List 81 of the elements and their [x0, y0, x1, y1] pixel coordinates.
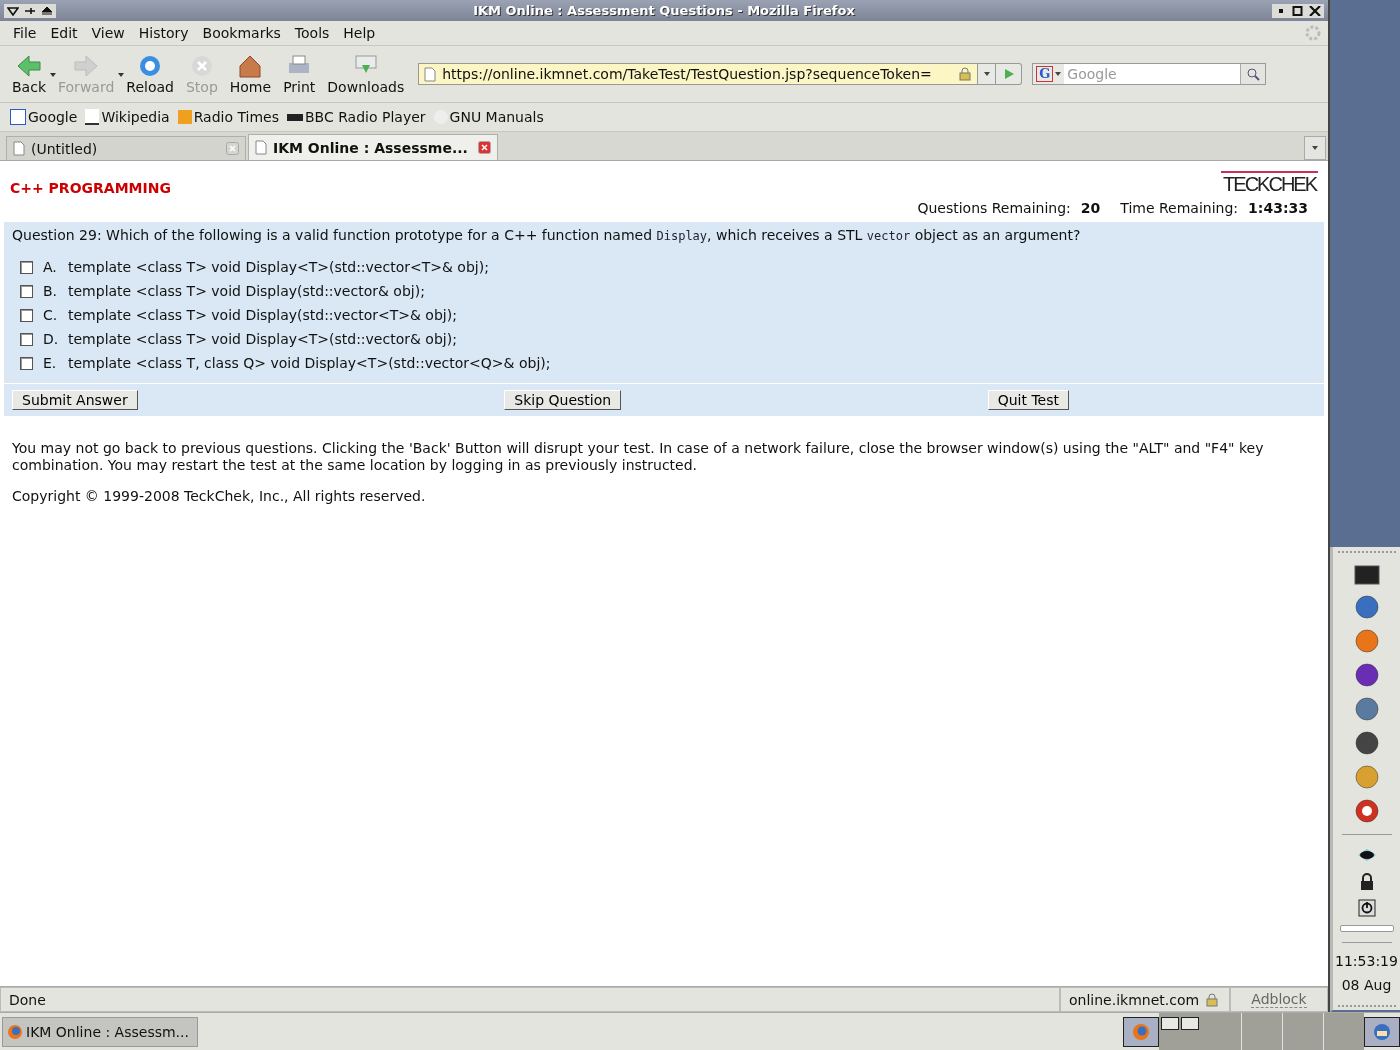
power-icon[interactable] [1357, 899, 1376, 918]
window-title: IKM Online : Assessment Questions - Mozilla Firefox [472, 3, 856, 18]
favicon-icon [287, 113, 303, 121]
menu-item[interactable]: Edit [43, 25, 85, 41]
menu-item[interactable]: View [84, 25, 132, 41]
browser-tab[interactable]: (Untitled) [6, 136, 246, 160]
time-remaining-value: 1:43:33 [1248, 200, 1308, 216]
taskbar-task[interactable]: IKM Online : Assessm... [2, 1016, 198, 1047]
menu-item[interactable]: Bookmarks [195, 25, 288, 41]
form-button[interactable]: Skip Question [504, 390, 622, 410]
page-icon [13, 141, 25, 156]
toolbar-button[interactable]: Home [223, 53, 278, 95]
lifebuoy-icon[interactable] [1353, 798, 1380, 825]
status-text: Done [0, 987, 1060, 1012]
history-dropdown-button[interactable] [978, 63, 997, 85]
answer-letter: D. [43, 331, 60, 347]
toolbar-button[interactable]: Back [6, 53, 52, 95]
tab-list-button[interactable] [1304, 136, 1326, 160]
question-text: Question 29: Which of the following is a valid function prototype for a C++ function named Display, which receives a STL vector object as an argument? [12, 227, 1082, 243]
answer-text: template <class T> void Display<T>(std::vector& obj); [68, 331, 457, 347]
left-arrow-icon [15, 53, 43, 79]
panel-bar [1339, 925, 1394, 932]
form-button[interactable]: Quit Test [987, 390, 1069, 410]
mail-tray-button[interactable] [1364, 1016, 1400, 1047]
menu-item[interactable]: Tools [287, 25, 337, 41]
throbber-icon [1304, 24, 1322, 42]
clock-time: 11:53:19 [1335, 952, 1398, 969]
padlock-icon [1205, 992, 1220, 1007]
answer-text: template <class T> void Display(std::vector<T>& obj); [68, 307, 457, 323]
menu-icon[interactable] [7, 5, 19, 16]
answer-letter: A. [43, 259, 58, 275]
lock-icon [958, 67, 973, 81]
answer-letter: E. [43, 355, 58, 371]
toolbar-button[interactable]: Reload [120, 53, 180, 95]
answer-checkbox[interactable] [20, 332, 33, 346]
favicon-icon [85, 109, 100, 125]
maximize-icon[interactable] [1292, 5, 1304, 16]
browser-tab[interactable]: IKM Online : Assessme... [248, 134, 498, 160]
toolbar-button[interactable]: Print [277, 53, 322, 95]
answer-text: template <class T> void Display<T>(std::vector<T>& obj); [68, 259, 489, 275]
bookmark-item[interactable]: Wikipedia [85, 109, 170, 125]
answer-letter: B. [43, 283, 59, 299]
page-icon [255, 140, 267, 155]
clock-date: 08 Aug [1341, 976, 1392, 993]
dropdown-caret-icon[interactable] [50, 73, 56, 77]
answer-checkbox[interactable] [20, 260, 33, 274]
page-icon [424, 66, 437, 82]
questions-remaining-value: 20 [1080, 200, 1101, 216]
menu-item[interactable]: File [6, 25, 44, 41]
bookmark-item[interactable]: Radio Times [177, 109, 279, 125]
bookmark-item[interactable]: GNU Manuals [433, 109, 544, 125]
questions-remaining-label: Questions Remaining: [917, 200, 1071, 216]
logo: TECKCHEK [1221, 171, 1318, 196]
shade-icon[interactable] [41, 5, 53, 16]
form-button[interactable]: Submit Answer [12, 390, 138, 410]
favicon-icon [177, 110, 192, 124]
answer-checkbox[interactable] [20, 356, 33, 370]
favicon-icon [10, 109, 26, 125]
answer-checkbox[interactable] [20, 284, 33, 298]
bookmark-item[interactable]: BBC Radio Player [287, 109, 426, 125]
answer-text: template <class T> void Display(std::vector& obj); [68, 283, 425, 299]
terminal-icon[interactable] [1353, 564, 1380, 587]
play-icon [1002, 68, 1015, 80]
answer-checkbox[interactable] [20, 308, 33, 322]
toolbar-button[interactable]: Downloads [321, 53, 411, 95]
subject-heading: C++ PROGRAMMING [10, 180, 171, 196]
close-tab-icon[interactable] [478, 141, 491, 154]
answer-text: template <class T, class Q> void Display<T>(std::vector<Q>& obj); [68, 355, 551, 371]
browser-tray-button[interactable] [1123, 1016, 1159, 1047]
menu-item[interactable]: History [131, 25, 196, 41]
address-field[interactable]: https://online.ikmnet.com/TakeTest/TestQuestion.jsp?sequenceToken= [418, 63, 979, 85]
time-remaining-label: Time Remaining: [1120, 200, 1239, 216]
host-status: online.ikmnet.com [1060, 987, 1230, 1012]
copyright-text: Copyright © 1999-2008 TeckChek, Inc., All rights reserved. [12, 488, 427, 504]
notice-text: You may not go back to previous questions. Clicking the 'Back' Button will disrupt your test. In case of a network failure, close the browser window(s) using the "ALT" and "F4" key combination. You may restart the test at the same location by logging in as previously instructed. [12, 440, 1265, 474]
lock-icon[interactable] [1358, 873, 1375, 892]
menu-item[interactable]: Help [336, 25, 383, 41]
bookmark-item[interactable]: Google [10, 109, 78, 125]
close-icon[interactable] [1309, 5, 1321, 16]
pin-icon[interactable] [24, 5, 36, 16]
answer-letter: C. [43, 307, 59, 323]
